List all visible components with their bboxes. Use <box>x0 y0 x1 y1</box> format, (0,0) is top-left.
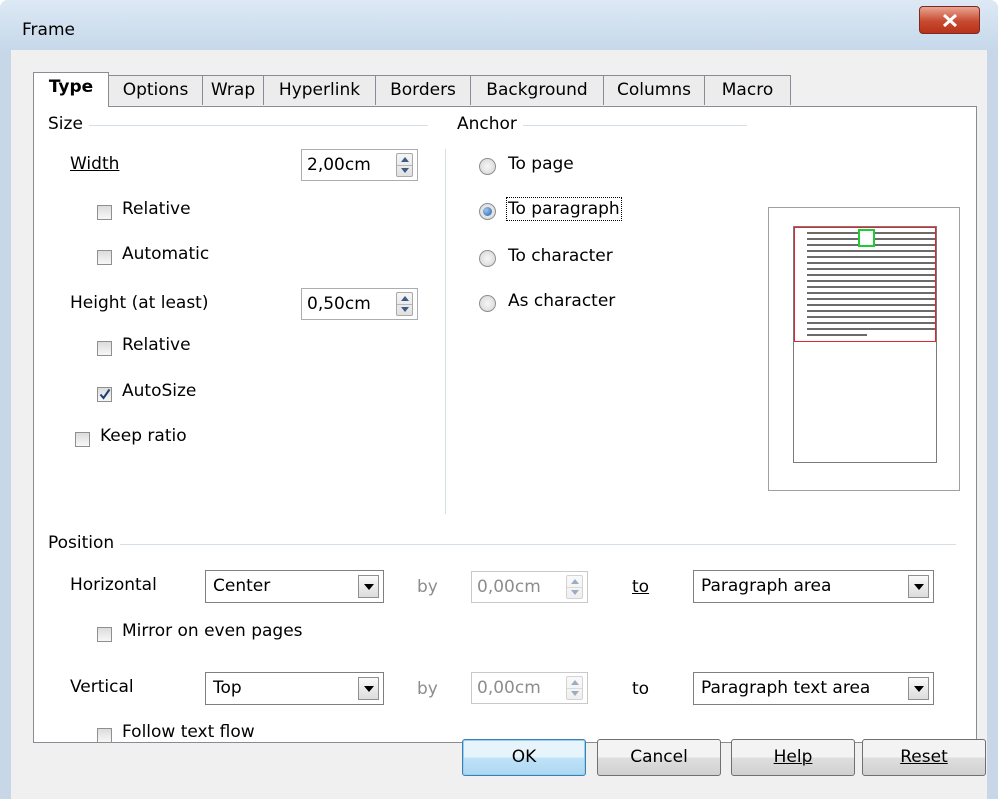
vertical-label: Vertical <box>70 677 134 697</box>
vertical-to-value: Paragraph text area <box>701 678 871 698</box>
radio-selected-dot <box>483 207 492 216</box>
vertical-by-spinbox[interactable]: 0,00cm <box>471 672 588 704</box>
vertical-by-spin-buttons[interactable] <box>566 676 583 700</box>
chevron-down-icon <box>914 584 924 590</box>
height-spinbox[interactable]: 0,50cm <box>301 288 418 320</box>
tab-columns[interactable]: Columns <box>603 75 705 105</box>
mirror-even-pages-label: Mirror on even pages <box>122 621 303 641</box>
vertical-select[interactable]: Top <box>205 672 384 705</box>
width-relative-label: Relative <box>122 199 191 219</box>
tab-hyperlink[interactable]: Hyperlink <box>263 75 376 105</box>
cancel-button[interactable]: Cancel <box>597 739 721 776</box>
anchor-to-character-label: To character <box>508 246 613 266</box>
follow-text-flow-label: Follow text flow <box>122 722 255 742</box>
tab-borders[interactable]: Borders <box>375 75 471 105</box>
ok-button[interactable]: OK <box>462 739 586 776</box>
spin-down-icon <box>401 168 409 173</box>
autosize-checkbox[interactable] <box>97 387 112 402</box>
width-automatic-label: Automatic <box>122 244 210 264</box>
chevron-down-icon <box>364 686 374 692</box>
anchor-as-character-label: As character <box>508 291 616 311</box>
mirror-even-pages-checkbox[interactable] <box>97 627 112 642</box>
horizontal-dropdown-button[interactable] <box>358 575 379 598</box>
window-title: Frame <box>22 20 75 40</box>
spin-up-icon <box>571 680 579 685</box>
title-bar: Frame <box>0 0 998 50</box>
tab-wrap[interactable]: Wrap <box>202 75 264 105</box>
chevron-down-icon <box>364 584 374 590</box>
anchor-to-page-label: To page <box>508 154 574 174</box>
height-relative-label: Relative <box>122 335 191 355</box>
position-preview <box>768 207 960 491</box>
tab-options[interactable]: Options <box>108 75 203 105</box>
tab-macro[interactable]: Macro <box>704 75 791 105</box>
vertical-by-value: 0,00cm <box>477 678 541 698</box>
anchor-group-label: Anchor <box>457 114 523 134</box>
chevron-down-icon <box>914 686 924 692</box>
dialog-body: Type Options Wrap Hyperlink Borders Back… <box>11 50 987 799</box>
width-automatic-checkbox[interactable] <box>97 250 112 265</box>
position-group-label: Position <box>48 533 121 553</box>
spin-down-icon <box>401 307 409 312</box>
height-value: 0,50cm <box>307 294 371 314</box>
height-label: Height (at least) <box>70 293 209 313</box>
spin-down-icon <box>571 691 579 696</box>
keep-ratio-label: Keep ratio <box>100 426 187 446</box>
vertical-by-label: by <box>417 679 438 699</box>
vertical-to-dropdown-button[interactable] <box>908 677 929 700</box>
anchor-to-paragraph-label: To paragraph <box>506 197 622 221</box>
horizontal-select[interactable]: Center <box>205 570 384 603</box>
spin-down-icon <box>571 590 579 595</box>
size-anchor-divider <box>445 149 446 514</box>
spin-up-icon <box>571 579 579 584</box>
horizontal-label: Horizontal <box>70 575 157 595</box>
size-group-line <box>48 125 428 126</box>
height-relative-checkbox[interactable] <box>97 341 112 356</box>
reset-button[interactable]: Reset <box>862 739 986 776</box>
horizontal-to-label: to <box>632 577 650 597</box>
spin-up-icon <box>401 157 409 162</box>
tab-background[interactable]: Background <box>470 75 604 105</box>
frame-dialog: Frame Type Options Wrap Hyperlink Border… <box>0 0 998 799</box>
close-button[interactable] <box>919 6 980 34</box>
width-spin-buttons[interactable] <box>396 153 413 177</box>
vertical-value: Top <box>213 678 242 698</box>
autosize-label: AutoSize <box>122 381 197 401</box>
horizontal-by-label: by <box>417 577 438 597</box>
help-button[interactable]: Help <box>731 739 855 776</box>
anchor-as-character-radio[interactable] <box>479 295 496 312</box>
vertical-to-select[interactable]: Paragraph text area <box>693 672 934 705</box>
spin-up-icon <box>401 296 409 301</box>
width-value: 2,00cm <box>307 155 371 175</box>
horizontal-to-select[interactable]: Paragraph area <box>693 570 934 603</box>
checkmark-icon <box>99 388 111 400</box>
width-relative-checkbox[interactable] <box>97 205 112 220</box>
type-tab-panel: Size Width 2,00cm Relative Automatic Hei… <box>33 106 977 743</box>
preview-frame-marker <box>858 229 875 247</box>
horizontal-value: Center <box>213 576 271 596</box>
anchor-to-character-radio[interactable] <box>479 250 496 267</box>
close-icon <box>942 14 958 27</box>
preview-page <box>793 226 937 463</box>
horizontal-by-spin-buttons[interactable] <box>566 575 583 599</box>
anchor-to-page-radio[interactable] <box>479 158 496 175</box>
height-spin-buttons[interactable] <box>396 292 413 316</box>
horizontal-to-value: Paragraph area <box>701 576 832 596</box>
tab-type[interactable]: Type <box>33 72 109 107</box>
width-spinbox[interactable]: 2,00cm <box>301 149 418 181</box>
vertical-dropdown-button[interactable] <box>358 677 379 700</box>
size-group-label: Size <box>48 114 89 134</box>
preview-paragraph-area <box>794 227 936 342</box>
anchor-to-paragraph-radio[interactable] <box>479 203 496 220</box>
position-group-line <box>48 544 956 545</box>
vertical-to-label: to <box>632 679 650 699</box>
horizontal-by-value: 0,00cm <box>477 577 541 597</box>
horizontal-by-spinbox[interactable]: 0,00cm <box>471 571 588 603</box>
width-label: Width <box>70 154 120 174</box>
keep-ratio-checkbox[interactable] <box>75 432 90 447</box>
horizontal-to-dropdown-button[interactable] <box>908 575 929 598</box>
follow-text-flow-checkbox[interactable] <box>97 728 112 743</box>
